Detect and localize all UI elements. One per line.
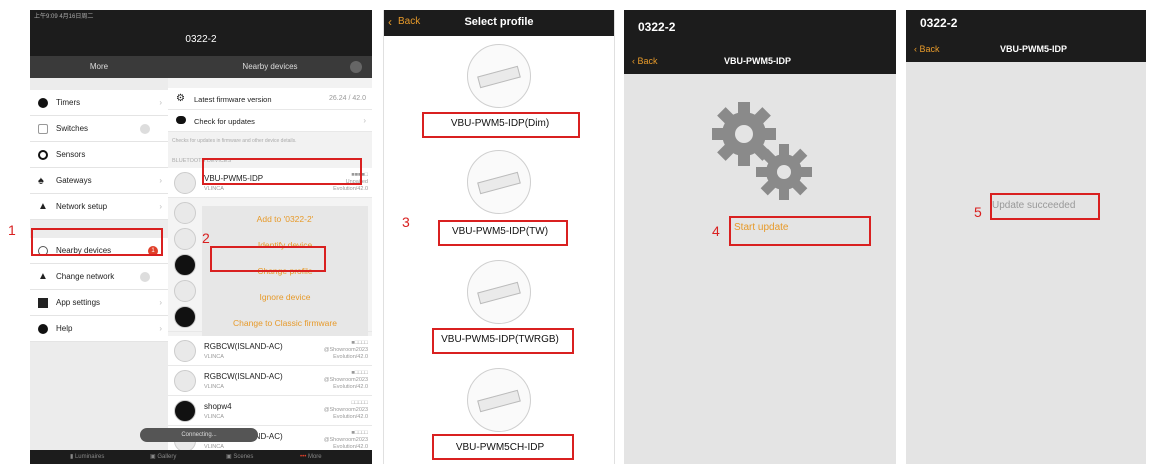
chevron-right-icon: › — [159, 298, 162, 307]
chevron-right-icon: › — [159, 202, 162, 211]
more-icon: ••• — [300, 454, 308, 460]
firmware-row[interactable]: ⚙ Latest firmware version 26.24 / 42.0 — [168, 88, 372, 110]
chevron-right-icon: › — [159, 176, 162, 185]
menu-item-gateways[interactable]: ♠ Gateways › — [30, 168, 168, 194]
settings-icon — [38, 298, 48, 308]
network-title: 0322-2 — [638, 20, 676, 34]
tab-gallery[interactable]: ▣ Gallery — [150, 450, 176, 464]
chevron-right-icon: › — [159, 324, 162, 333]
menu-item-app-settings[interactable]: App settings › — [30, 290, 168, 316]
signal-icon: ■□□□□ — [351, 370, 368, 376]
step-marker-2: 2 — [202, 230, 210, 246]
connecting-toast: Connecting... — [140, 428, 258, 442]
check-updates-row[interactable]: Check for updates › — [168, 110, 372, 132]
page-title: Select profile — [464, 16, 534, 28]
switch-icon — [38, 124, 48, 134]
context-add-to-network[interactable]: Add to '0322-2' — [202, 206, 368, 232]
help-icon — [38, 324, 48, 334]
gears-icon — [708, 98, 812, 200]
profile-image — [467, 44, 531, 108]
back-button[interactable]: ‹ Back — [632, 56, 658, 66]
device-thumbnail — [174, 254, 196, 276]
highlight-selected-device — [202, 158, 362, 185]
device-thumbnail — [174, 172, 196, 194]
nearby-devices-header: Nearby devices — [168, 56, 372, 78]
device-thumbnail — [174, 228, 196, 250]
back-button[interactable]: ‹ Back — [914, 44, 940, 54]
profile-image — [467, 150, 531, 214]
more-header: More — [30, 56, 168, 78]
sensor-icon — [38, 150, 48, 160]
step-marker-3: 3 — [402, 214, 410, 230]
chevron-right-icon: › — [159, 98, 162, 107]
update-succeeded-screen: 0322-2 ‹ Back VBU-PWM5-IDP Update succee… — [906, 10, 1146, 464]
device-thumbnail — [174, 306, 196, 328]
menu-item-sensors[interactable]: Sensors — [30, 142, 168, 168]
gear-icon: ⚙ — [176, 93, 185, 104]
tab-luminaires[interactable]: ▮ Luminaires — [70, 450, 104, 464]
menu-item-switches[interactable]: Switches — [30, 116, 168, 142]
highlight-change-profile — [210, 246, 326, 272]
cloud-icon — [176, 116, 186, 124]
device-thumbnail — [174, 400, 196, 422]
device-row[interactable]: RGBCW(ISLAND-AC) VLINCA ■□□□□@Showroom20… — [168, 336, 372, 366]
network-title: 0322-2 — [920, 16, 958, 30]
highlight-nearby-devices — [31, 228, 163, 256]
context-change-classic-firmware[interactable]: Change to Classic firmware — [202, 310, 368, 336]
device-thumbnail — [174, 280, 196, 302]
tab-scenes[interactable]: ▣ Scenes — [226, 450, 253, 464]
gateway-icon: ♠ — [38, 175, 44, 187]
context-ignore-device[interactable]: Ignore device — [202, 284, 368, 310]
profile-image — [467, 260, 531, 324]
menu-item-network-setup[interactable]: ▲ Network setup › — [30, 194, 168, 220]
profile-image — [467, 368, 531, 432]
network-icon: ▲ — [38, 201, 48, 212]
change-network-icon: ▲ — [38, 271, 48, 282]
driver-icon — [477, 65, 521, 89]
highlight-profile-pwm5ch — [432, 434, 574, 460]
back-button[interactable]: Back — [398, 16, 420, 27]
toggle-icon — [140, 272, 150, 282]
highlight-profile-twrgb — [432, 328, 574, 354]
check-updates-hint: Checks for updates in firmware and other… — [172, 138, 297, 144]
clock-icon — [38, 98, 48, 108]
back-chevron-icon[interactable]: ‹ — [388, 15, 392, 29]
refresh-icon[interactable] — [350, 61, 362, 73]
driver-icon — [477, 389, 521, 413]
highlight-profile-tw — [438, 220, 568, 246]
device-thumbnail — [174, 340, 196, 362]
status-bar: 上午9:09 4月16日周二 — [30, 10, 372, 24]
device-title: VBU-PWM5-IDP — [724, 56, 791, 66]
step-marker-5: 5 — [974, 204, 982, 220]
tab-bar: ▮ Luminaires ▣ Gallery ▣ Scenes ••• More — [30, 450, 372, 464]
more-menu: Timers › Switches Sensors ♠ Gateways › ▲… — [30, 78, 168, 464]
signal-icon: ■□□□□ — [351, 430, 368, 436]
signal-icon: □□□□□ — [351, 400, 368, 406]
driver-icon — [477, 281, 521, 305]
menu-item-help[interactable]: Help › — [30, 316, 168, 342]
menu-item-timers[interactable]: Timers › — [30, 90, 168, 116]
highlight-start-update — [729, 216, 871, 246]
toggle-icon — [140, 124, 150, 134]
device-title: VBU-PWM5-IDP — [1000, 44, 1067, 54]
device-thumbnail — [174, 370, 196, 392]
device-row[interactable]: RGBCW(ISLAND-AC) VLINCA ■□□□□@Showroom20… — [168, 366, 372, 396]
step-marker-4: 4 — [712, 223, 720, 239]
driver-icon — [477, 171, 521, 195]
device-thumbnail — [174, 202, 196, 224]
highlight-profile-dim — [422, 112, 580, 138]
menu-item-change-network[interactable]: ▲ Change network — [30, 264, 168, 290]
tab-more[interactable]: ••• More — [300, 450, 322, 464]
signal-icon: ■□□□□ — [351, 340, 368, 346]
navigation-bar: ‹ Back Select profile — [384, 10, 614, 36]
network-title: 0322-2 — [30, 24, 372, 56]
chevron-right-icon: › — [363, 116, 366, 125]
highlight-update-succeeded — [990, 193, 1100, 220]
step-marker-1: 1 — [8, 222, 16, 238]
device-row[interactable]: shopw4 VLINCA □□□□□ @Showroom2023 Evolutio… — [168, 396, 372, 426]
